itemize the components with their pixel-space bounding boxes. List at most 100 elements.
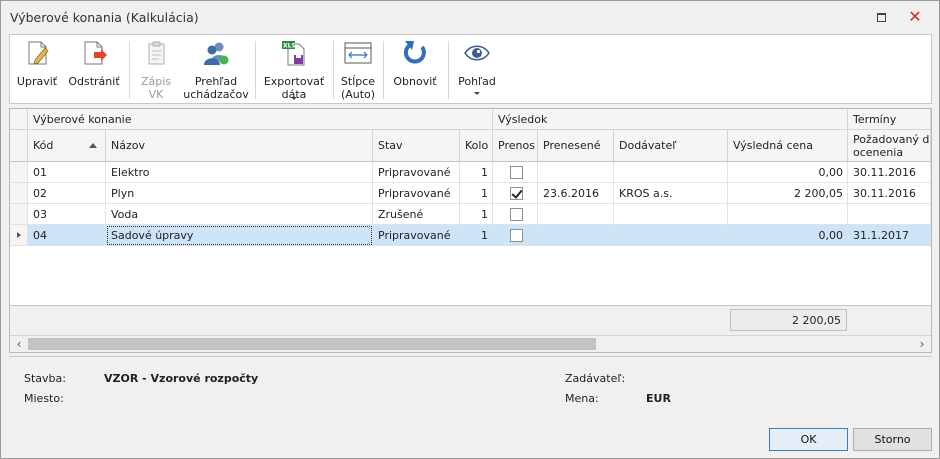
cell-dodavatel[interactable]: KROS a.s. <box>614 183 728 204</box>
refresh-button[interactable]: Obnoviť <box>388 35 442 103</box>
group-header-terminy: Termíny <box>848 109 931 130</box>
cell-kod[interactable]: 03 <box>28 204 106 225</box>
row-indicator[interactable] <box>10 225 28 246</box>
cell-vysledna-cena[interactable] <box>728 204 848 225</box>
cell-prenesene[interactable]: 23.6.2016 <box>538 183 614 204</box>
table-row[interactable]: 02 Plyn Pripravované 1 23.6.2016 KROS a.… <box>10 183 931 204</box>
column-header-kolo[interactable]: Kolo <box>460 130 493 162</box>
stlpce-auto-button[interactable]: Stĺpce (Auto) <box>338 35 378 103</box>
cell-vysledna-cena[interactable]: 0,00 <box>728 225 848 246</box>
view-label: Pohľad <box>458 75 496 88</box>
stavba-label: Stavba: <box>24 372 66 385</box>
edit-button[interactable]: Upraviť <box>12 35 62 103</box>
zapis-vk-button[interactable]: Zápis VK <box>134 35 178 103</box>
row-indicator[interactable] <box>10 204 28 225</box>
cell-dodavatel[interactable] <box>614 204 728 225</box>
prenos-checkbox[interactable] <box>510 229 523 242</box>
prenos-checkbox[interactable] <box>510 166 523 179</box>
ok-button[interactable]: OK <box>769 428 848 451</box>
table-row[interactable]: 03 Voda Zrušené 1 <box>10 204 931 225</box>
column-header-prenesene[interactable]: Prenesené <box>538 130 614 162</box>
cell-kod[interactable]: 04 <box>28 225 106 246</box>
cancel-button[interactable]: Storno <box>853 428 932 451</box>
cell-nazov[interactable]: Elektro <box>106 162 373 183</box>
cell-stav[interactable]: Zrušené <box>373 204 460 225</box>
scroll-left-icon[interactable]: ‹ <box>11 337 27 351</box>
prenos-checkbox[interactable] <box>510 187 523 200</box>
row-indicator[interactable] <box>10 162 28 183</box>
cell-termin[interactable] <box>848 204 931 225</box>
column-header-vysledna-cena[interactable]: Výsledná cena <box>728 130 848 162</box>
edit-label: Upraviť <box>16 75 58 88</box>
cell-kod[interactable]: 02 <box>28 183 106 204</box>
delete-label: Odstrániť <box>68 75 120 88</box>
cell-stav[interactable]: Pripravované <box>373 162 460 183</box>
group-header-vysledok: Výsledok <box>493 109 848 130</box>
toolbar-separator <box>129 41 130 99</box>
column-width-icon <box>344 42 372 64</box>
table-row-selected[interactable]: 04 Sadové úpravy Pripravované 1 0,00 31.… <box>10 225 931 246</box>
column-header-dodavatel[interactable]: Dodávateľ <box>614 130 728 162</box>
row-indicator[interactable] <box>10 183 28 204</box>
row-indicator-header <box>10 109 28 130</box>
cell-prenos[interactable] <box>493 183 538 204</box>
column-header-nazov[interactable]: Názov <box>106 130 373 162</box>
mena-label: Mena: <box>565 392 599 405</box>
close-icon[interactable]: ✕ <box>903 7 927 27</box>
cell-vysledna-cena[interactable]: 2 200,05 <box>728 183 848 204</box>
toolbar: Upraviť Odstrániť Zápis VK Prehľad uchád… <box>9 34 932 104</box>
window-title: Výberové konania (Kalkulácia) <box>10 10 199 25</box>
table-row[interactable]: 01 Elektro Pripravované 1 0,00 30.11.201… <box>10 162 931 183</box>
title-bar: Výberové konania (Kalkulácia) ✕ <box>1 1 939 33</box>
cell-prenos[interactable] <box>493 162 538 183</box>
cell-termin[interactable]: 30.11.2016 <box>848 183 931 204</box>
info-panel: Stavba: VZOR - Vzorové rozpočty Miesto: … <box>9 356 932 421</box>
scroll-right-icon[interactable]: › <box>914 337 930 351</box>
cell-nazov[interactable]: Voda <box>106 204 373 225</box>
prehlad-uchadzacov-button[interactable]: Prehľad uchádzačov <box>182 35 250 103</box>
zapis-vk-label: Zápis VK <box>140 75 172 101</box>
cell-vysledna-cena[interactable]: 0,00 <box>728 162 848 183</box>
cell-kolo[interactable]: 1 <box>460 183 493 204</box>
stlpce-label: Stĺpce (Auto) <box>340 75 376 101</box>
cell-stav[interactable]: Pripravované <box>373 183 460 204</box>
dialog-window: Výberové konania (Kalkulácia) ✕ Upraviť … <box>0 0 940 459</box>
cell-prenos[interactable] <box>493 204 538 225</box>
cell-nazov[interactable]: Plyn <box>106 183 373 204</box>
column-header-pozadovany-datum[interactable]: Požadovaný dát ocenenia <box>848 130 931 162</box>
cell-termin[interactable]: 30.11.2016 <box>848 162 931 183</box>
column-header-kod[interactable]: Kód <box>28 130 106 162</box>
cell-kolo[interactable]: 1 <box>460 225 493 246</box>
column-header-prenos[interactable]: Prenos <box>493 130 538 162</box>
prenos-checkbox[interactable] <box>510 208 523 221</box>
maximize-icon[interactable] <box>869 7 893 27</box>
cell-dodavatel[interactable] <box>614 162 728 183</box>
cell-kolo[interactable]: 1 <box>460 204 493 225</box>
cell-prenesene[interactable] <box>538 225 614 246</box>
toolbar-separator <box>448 41 449 99</box>
row-indicator-header <box>10 130 28 162</box>
view-button[interactable]: Pohľad <box>452 35 502 103</box>
group-header-vyberove-konanie: Výberové konanie <box>28 109 493 130</box>
refresh-label: Obnoviť <box>393 75 437 88</box>
export-data-button[interactable]: XLS Exportovať dáta <box>260 35 328 103</box>
chevron-down-icon <box>474 92 480 95</box>
zadavatel-label: Zadávateľ: <box>565 372 626 385</box>
cell-prenesene[interactable] <box>538 204 614 225</box>
cell-stav[interactable]: Pripravované <box>373 225 460 246</box>
scrollbar-thumb[interactable] <box>28 338 596 350</box>
cell-kolo[interactable]: 1 <box>460 162 493 183</box>
export-xls-icon: XLS <box>282 41 305 66</box>
cell-termin[interactable]: 31.1.2017 <box>848 225 931 246</box>
sort-ascending-icon <box>89 143 97 148</box>
cell-nazov[interactable]: Sadové úpravy <box>106 225 373 246</box>
column-header-stav[interactable]: Stav <box>373 130 460 162</box>
cell-prenos[interactable] <box>493 225 538 246</box>
horizontal-scrollbar[interactable]: ‹ › <box>10 335 931 352</box>
cell-dodavatel[interactable] <box>614 225 728 246</box>
prehlad-label: Prehľad uchádzačov <box>183 75 249 101</box>
svg-text:XLS: XLS <box>283 43 296 50</box>
delete-button[interactable]: Odstrániť <box>66 35 122 103</box>
cell-kod[interactable]: 01 <box>28 162 106 183</box>
cell-prenesene[interactable] <box>538 162 614 183</box>
